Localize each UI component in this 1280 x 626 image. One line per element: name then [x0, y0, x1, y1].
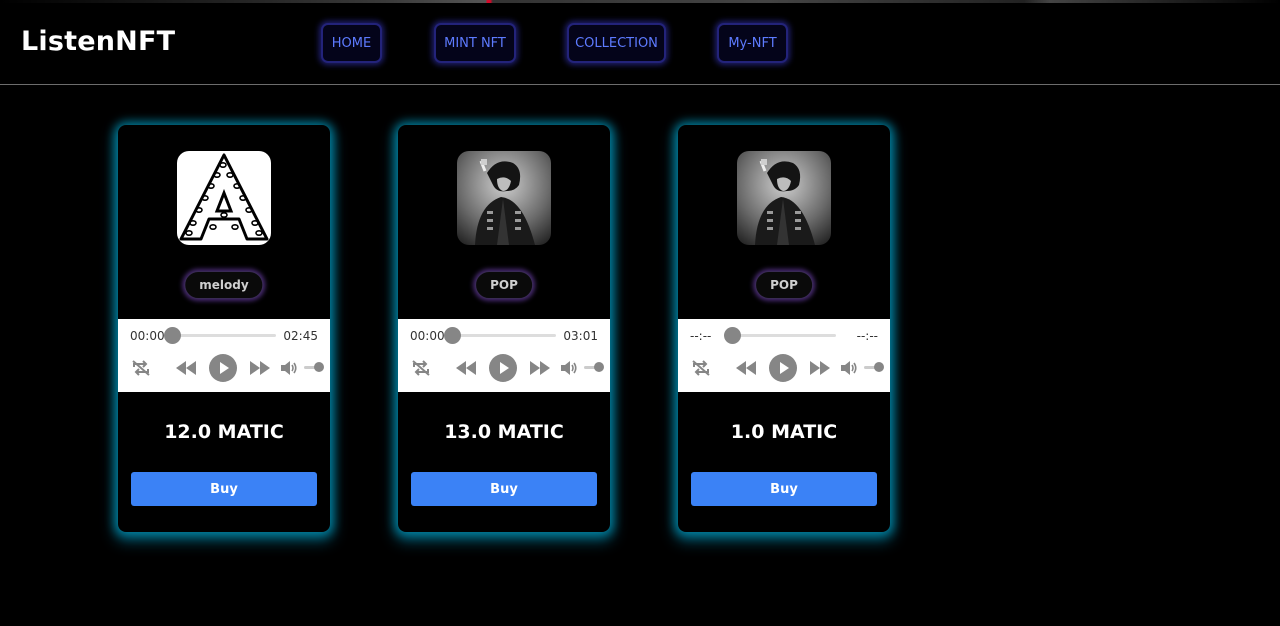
repeat-off-icon[interactable]	[130, 359, 152, 377]
letter-a-pattern-image	[177, 151, 271, 245]
buy-button[interactable]: Buy	[411, 472, 597, 506]
genre-badge: melody	[184, 271, 264, 299]
volume-handle[interactable]	[314, 362, 324, 372]
play-icon[interactable]	[209, 354, 237, 382]
price-label: 1.0 MATIC	[730, 421, 838, 443]
nft-artwork	[737, 151, 831, 245]
nft-artwork	[457, 151, 551, 245]
current-time: --:--	[690, 329, 712, 343]
progress-handle[interactable]	[724, 327, 741, 344]
progress-handle[interactable]	[444, 327, 461, 344]
nft-card: POP 00:00 03:01 13.0 MATIC Buy	[398, 125, 610, 532]
genre-badge: POP	[475, 271, 533, 299]
rewind-icon[interactable]	[735, 359, 757, 377]
current-time: 00:00	[410, 329, 445, 343]
nft-artwork	[177, 151, 271, 245]
buy-button[interactable]: Buy	[131, 472, 317, 506]
nav-collection-button[interactable]: COLLECTION	[567, 23, 666, 63]
audio-player: 00:00 02:45	[118, 319, 330, 392]
progress-track[interactable]	[730, 334, 836, 337]
volume-icon[interactable]	[279, 359, 299, 377]
singer-photo-image	[457, 151, 551, 245]
repeat-off-icon[interactable]	[410, 359, 432, 377]
brand-logo[interactable]: ListenNFT	[21, 25, 175, 59]
progress-handle[interactable]	[164, 327, 181, 344]
play-icon[interactable]	[769, 354, 797, 382]
volume-handle[interactable]	[874, 362, 884, 372]
top-navbar: ListenNFT HOME MINT NFT COLLECTION My-NF…	[0, 0, 1280, 85]
play-icon[interactable]	[489, 354, 517, 382]
nav-home-button[interactable]: HOME	[321, 23, 382, 63]
genre-badge: POP	[755, 271, 813, 299]
buy-button[interactable]: Buy	[691, 472, 877, 506]
fast-forward-icon[interactable]	[249, 359, 271, 377]
nft-card: melody 00:00 02:45 12.0 MATIC Buy	[118, 125, 330, 532]
fast-forward-icon[interactable]	[529, 359, 551, 377]
nav-mint-nft-button[interactable]: MINT NFT	[434, 23, 516, 63]
nft-card: POP --:-- --:-- 1.0 MATIC Buy	[678, 125, 890, 532]
audio-player: 00:00 03:01	[398, 319, 610, 392]
audio-player: --:-- --:--	[678, 319, 890, 392]
repeat-off-icon[interactable]	[690, 359, 712, 377]
singer-photo-image	[737, 151, 831, 245]
duration: 03:01	[563, 329, 598, 343]
volume-handle[interactable]	[594, 362, 604, 372]
rewind-icon[interactable]	[175, 359, 197, 377]
current-time: 00:00	[130, 329, 165, 343]
duration: --:--	[856, 329, 878, 343]
duration: 02:45	[283, 329, 318, 343]
volume-icon[interactable]	[559, 359, 579, 377]
nav-my-nft-button[interactable]: My-NFT	[717, 23, 788, 63]
progress-track[interactable]	[170, 334, 276, 337]
volume-icon[interactable]	[839, 359, 859, 377]
rewind-icon[interactable]	[455, 359, 477, 377]
price-label: 12.0 MATIC	[164, 421, 284, 443]
progress-track[interactable]	[450, 334, 556, 337]
fast-forward-icon[interactable]	[809, 359, 831, 377]
price-label: 13.0 MATIC	[444, 421, 564, 443]
